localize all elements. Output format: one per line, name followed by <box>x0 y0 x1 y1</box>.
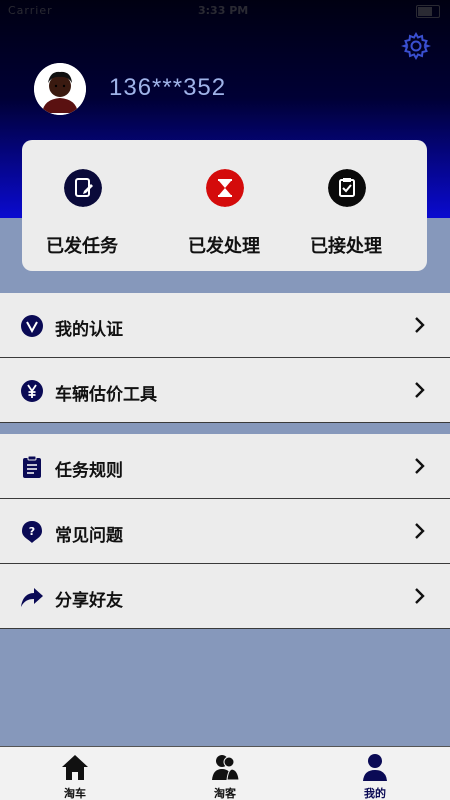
quick-action-label: 已发处理 <box>188 236 260 257</box>
svg-text:?: ? <box>29 525 35 538</box>
avatar[interactable] <box>34 63 86 115</box>
menu-item-label: 我的认证 <box>55 320 123 340</box>
quick-action-sent-processing[interactable]: 已发处理 <box>164 140 284 271</box>
menu-item-faq[interactable]: ? 常见问题 <box>0 499 450 564</box>
share-icon <box>21 588 43 607</box>
status-carrier: Carrier <box>8 4 53 17</box>
menu-item-my-verification[interactable]: 我的认证 <box>0 293 450 358</box>
home-icon <box>62 755 88 780</box>
bottom-tab-bar: 淘车 淘客 我的 <box>0 746 450 800</box>
user-phone: 136***352 <box>109 74 227 101</box>
checklist-icon <box>328 169 366 207</box>
quick-action-sent-tasks[interactable]: 已发任务 <box>22 140 142 271</box>
avatar-image <box>34 63 86 115</box>
tab-taoche[interactable]: 淘车 <box>0 747 150 800</box>
status-bar: Carrier 3:33 PM <box>0 0 450 22</box>
chevron-right-icon <box>415 317 425 333</box>
yen-icon <box>21 380 43 402</box>
person-icon <box>363 754 387 781</box>
quick-action-label: 已发任务 <box>46 236 118 257</box>
menu-item-vehicle-valuation[interactable]: 车辆估价工具 <box>0 358 450 423</box>
profile-screen: Carrier 3:33 PM 136***352 已发任务 已发处理 已接处理… <box>0 0 450 800</box>
menu-item-label: 车辆估价工具 <box>55 385 157 405</box>
clipboard-icon <box>23 455 41 478</box>
gear-icon[interactable] <box>401 31 431 61</box>
people-icon <box>212 755 240 781</box>
tab-taoke[interactable]: 淘客 <box>150 747 300 800</box>
chevron-right-icon <box>415 382 425 398</box>
quick-action-label: 已接处理 <box>310 236 382 257</box>
menu-item-share-friends[interactable]: 分享好友 <box>0 564 450 629</box>
menu-item-task-rules[interactable]: 任务规则 <box>0 434 450 499</box>
question-icon: ? <box>22 521 42 543</box>
tab-label: 我的 <box>364 787 386 800</box>
menu-item-label: 任务规则 <box>55 461 123 481</box>
chevron-right-icon <box>415 523 425 539</box>
battery-icon <box>416 5 440 18</box>
quick-actions-card: 已发任务 已发处理 已接处理 <box>22 140 427 271</box>
tab-mine[interactable]: 我的 <box>300 747 450 800</box>
quick-action-received-processing[interactable]: 已接处理 <box>286 140 406 271</box>
verify-icon <box>21 315 43 337</box>
tab-label: 淘车 <box>64 787 86 800</box>
status-time: 3:33 PM <box>198 4 249 17</box>
tab-label: 淘客 <box>214 787 236 800</box>
chevron-right-icon <box>415 458 425 474</box>
edit-doc-icon <box>64 169 102 207</box>
chevron-right-icon <box>415 588 425 604</box>
hourglass-icon <box>206 169 244 207</box>
menu-item-label: 常见问题 <box>55 526 123 546</box>
menu-item-label: 分享好友 <box>55 591 123 611</box>
